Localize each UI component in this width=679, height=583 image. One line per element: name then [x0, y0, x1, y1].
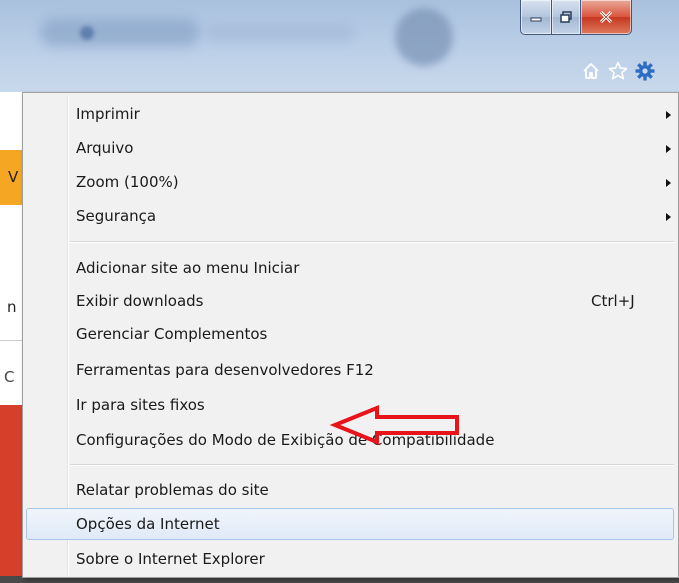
blurred-favicon: [80, 26, 94, 40]
minimize-button[interactable]: [520, 0, 552, 35]
menu-item-exibir-downloads[interactable]: Exibir downloads Ctrl+J: [26, 285, 674, 317]
maximize-button[interactable]: [552, 0, 581, 35]
gear-icon: [635, 61, 655, 81]
star-icon: [608, 61, 628, 80]
tools-menu: Imprimir Arquivo Zoom (100%) Segurança A…: [22, 92, 679, 578]
submenu-arrow-icon: [666, 179, 671, 187]
home-button[interactable]: [580, 60, 602, 82]
favorites-button[interactable]: [607, 60, 629, 82]
menu-item-label: Gerenciar Complementos: [76, 325, 268, 343]
command-icons: [580, 60, 656, 82]
browser-titlebar: [0, 0, 679, 92]
menu-item-label: Adicionar site ao menu Iniciar: [76, 259, 300, 277]
maximize-icon: [560, 11, 572, 23]
menu-item-label: Segurança: [76, 207, 157, 225]
menu-item-label: Arquivo: [76, 139, 134, 157]
home-icon: [583, 63, 599, 79]
menu-item-relatar-problemas[interactable]: Relatar problemas do site: [26, 474, 674, 506]
menu-item-label: Opções da Internet: [76, 515, 220, 533]
window-controls: [520, 0, 632, 40]
blurred-address: [205, 22, 355, 42]
submenu-arrow-icon: [666, 145, 671, 153]
menu-item-label: Ir para sites fixos: [76, 396, 205, 414]
menu-item-seguranca[interactable]: Segurança: [26, 200, 674, 232]
blurred-tab: [40, 18, 200, 46]
menu-separator: [70, 464, 674, 466]
blurred-circle: [395, 8, 453, 66]
menu-item-zoom[interactable]: Zoom (100%): [26, 166, 674, 198]
menu-item-shortcut: Ctrl+J: [591, 292, 635, 310]
submenu-arrow-icon: [666, 111, 671, 119]
menu-item-opcoes-internet[interactable]: Opções da Internet: [26, 508, 674, 540]
menu-item-label: Imprimir: [76, 105, 140, 123]
minimize-icon: [530, 17, 542, 22]
menu-item-arquivo[interactable]: Arquivo: [26, 132, 674, 164]
menu-item-adicionar-site[interactable]: Adicionar site ao menu Iniciar: [26, 252, 674, 284]
menu-item-ferramentas-f12[interactable]: Ferramentas para desenvolvedores F12: [26, 354, 674, 386]
menu-separator: [70, 241, 674, 243]
menu-item-imprimir[interactable]: Imprimir: [26, 98, 674, 130]
page-fragment-text: C: [4, 368, 15, 386]
menu-item-sobre-ie[interactable]: Sobre o Internet Explorer: [26, 543, 674, 575]
annotation-arrow-icon: [329, 405, 459, 445]
page-orange-banner: V: [0, 150, 22, 205]
menu-item-label: Ferramentas para desenvolvedores F12: [76, 361, 374, 379]
close-button[interactable]: [581, 0, 632, 35]
page-red-banner: [0, 405, 22, 583]
menu-item-label: Exibir downloads: [76, 292, 204, 310]
close-icon: [599, 11, 613, 23]
page-divider: [0, 340, 22, 341]
menu-item-gerenciar-complementos[interactable]: Gerenciar Complementos: [26, 318, 674, 350]
tools-button[interactable]: [634, 60, 656, 82]
menu-item-label: Zoom (100%): [76, 173, 179, 191]
submenu-arrow-icon: [666, 213, 671, 221]
page-fragment-text: V: [8, 168, 19, 186]
menu-item-label: Sobre o Internet Explorer: [76, 550, 265, 568]
menu-item-label: Relatar problemas do site: [76, 481, 269, 499]
page-fragment-text: n: [7, 298, 17, 316]
